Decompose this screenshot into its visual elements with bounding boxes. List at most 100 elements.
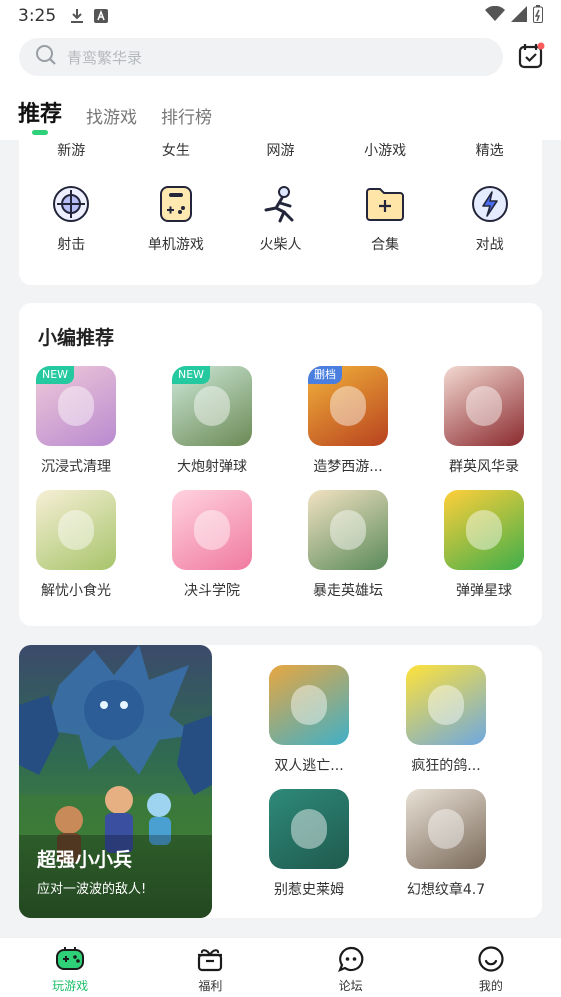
game-art-shape — [291, 809, 327, 849]
game-art-shape — [330, 386, 366, 426]
category-female[interactable]: 女生 — [124, 140, 229, 160]
game-art-shape — [330, 510, 366, 550]
category-stickman[interactable]: 火柴人 — [228, 184, 333, 254]
editor-picks-card: 小编推荐 NEW 沉浸式清理 NEW 大炮射弹球 删档 造梦西游... 群英风华录 解忧小食光… — [19, 303, 542, 626]
category-shooting[interactable]: 射击 — [19, 184, 124, 254]
category-mini[interactable]: 小游戏 — [333, 140, 438, 160]
game-name: 群英风华录 — [449, 459, 519, 475]
category-single-player[interactable]: 单机游戏 — [124, 184, 229, 254]
nav-welfare-label: 福利 — [198, 979, 223, 993]
game-item[interactable]: 解忧小食光 — [26, 490, 126, 600]
game-item[interactable]: 删档 造梦西游... — [298, 366, 398, 476]
category-collection-label: 合集 — [371, 237, 400, 253]
game-name: 沉浸式清理 — [41, 459, 111, 475]
gamepad-icon — [156, 184, 196, 224]
game-icon-image — [444, 490, 524, 570]
nav-play-games-label: 玩游戏 — [52, 979, 89, 993]
featured-card: 超强小小兵 应对一波波的敌人! 双人逃亡... 疯狂的鸽... 别惹史莱姆 幻想纹章4… — [19, 645, 542, 918]
battery-icon — [533, 5, 543, 27]
game-name: 疯狂的鸽... — [411, 758, 481, 774]
category-online[interactable]: 网游 — [228, 140, 333, 160]
active-tab-indicator — [32, 130, 48, 135]
game-item[interactable]: 群英风华录 — [434, 366, 534, 476]
tab-recommend[interactable]: 推荐 — [18, 96, 63, 135]
game-item[interactable]: 双人逃亡... — [259, 665, 359, 775]
category-shooting-label: 射击 — [57, 237, 86, 253]
game-icon-image — [406, 789, 486, 869]
category-single-player-label: 单机游戏 — [147, 237, 204, 253]
game-icon-image: NEW — [36, 366, 116, 446]
game-name: 弹弹星球 — [456, 583, 512, 599]
nav-forum[interactable]: 论坛 — [281, 938, 421, 997]
banner-subtitle: 应对一波波的敌人! — [37, 882, 147, 897]
font-icon — [94, 9, 109, 23]
featured-banner[interactable]: 超强小小兵 应对一波波的敌人! — [19, 645, 212, 918]
nav-mine[interactable]: 我的 — [421, 938, 561, 997]
gift-icon — [195, 944, 225, 974]
chat-icon — [336, 944, 366, 974]
search-bar[interactable]: 青鸾繁华录 — [19, 38, 503, 76]
category-battle-label: 对战 — [475, 237, 504, 253]
gamepad-icon — [55, 944, 85, 974]
category-icon-row: 射击 单机游戏 火柴人 合集 对战 — [19, 184, 542, 254]
folder-plus-icon — [365, 184, 405, 224]
bottom-navigation: 玩游戏 福利 论坛 我的 — [0, 937, 561, 997]
game-icon-image — [269, 665, 349, 745]
game-art-shape — [466, 386, 502, 426]
game-item[interactable]: NEW 沉浸式清理 — [26, 366, 126, 476]
status-time: 3:25 — [18, 6, 57, 26]
main-tabs: 推荐 找游戏 排行榜 — [18, 96, 236, 135]
game-name: 解忧小食光 — [41, 583, 111, 599]
signal-icon — [511, 6, 527, 26]
game-item[interactable]: 暴走英雄坛 — [298, 490, 398, 600]
category-collection[interactable]: 合集 — [333, 184, 438, 254]
game-icon-image — [36, 490, 116, 570]
tab-find-games[interactable]: 找游戏 — [86, 103, 137, 128]
game-item[interactable]: NEW 大炮射弹球 — [162, 366, 262, 476]
checkin-calendar-button[interactable] — [517, 42, 545, 70]
smile-icon — [476, 944, 506, 974]
game-badge: 删档 — [308, 366, 342, 384]
game-icon-image — [308, 490, 388, 570]
game-name: 幻想纹章4.7 — [406, 882, 486, 898]
category-new[interactable]: 新游 — [19, 140, 124, 160]
stickman-icon — [260, 184, 300, 224]
game-item[interactable]: 决斗学院 — [162, 490, 262, 600]
search-placeholder: 青鸾繁华录 — [67, 48, 143, 67]
nav-forum-label: 论坛 — [338, 979, 363, 993]
category-stickman-label: 火柴人 — [259, 237, 302, 253]
wifi-icon — [485, 5, 505, 26]
status-bar: 3:25 — [0, 0, 561, 32]
game-art-shape — [58, 510, 94, 550]
game-item[interactable]: 弹弹星球 — [434, 490, 534, 600]
game-badge: NEW — [36, 366, 75, 384]
nav-play-games[interactable]: 玩游戏 — [0, 938, 140, 997]
game-item[interactable]: 别惹史莱姆 — [259, 789, 359, 899]
game-icon-image: NEW — [172, 366, 252, 446]
game-art-shape — [466, 510, 502, 550]
category-card: 新游 女生 网游 小游戏 精选 射击 单机游戏 火柴人 合集 对战 — [19, 140, 542, 285]
crosshair-icon — [51, 184, 91, 224]
game-art-shape — [58, 386, 94, 426]
game-name: 双人逃亡... — [274, 758, 344, 774]
nav-welfare[interactable]: 福利 — [140, 938, 280, 997]
tab-recommend-label: 推荐 — [18, 102, 63, 127]
calendar-check-icon — [517, 42, 545, 74]
game-icon-image — [269, 789, 349, 869]
game-art-shape — [428, 685, 464, 725]
banner-title: 超强小小兵 — [37, 849, 133, 871]
nav-mine-label: 我的 — [478, 979, 503, 993]
game-name: 别惹史莱姆 — [274, 882, 344, 898]
tab-rankings[interactable]: 排行榜 — [161, 103, 212, 128]
game-icon-image — [172, 490, 252, 570]
game-item[interactable]: 幻想纹章4.7 — [396, 789, 496, 899]
game-art-shape — [194, 386, 230, 426]
category-selected[interactable]: 精选 — [437, 140, 542, 160]
category-battle[interactable]: 对战 — [437, 184, 542, 254]
game-badge: NEW — [172, 366, 211, 384]
search-icon — [35, 44, 57, 70]
top-bar: 青鸾繁华录 推荐 找游戏 排行榜 — [0, 32, 561, 140]
game-item[interactable]: 疯狂的鸽... — [396, 665, 496, 775]
game-art-shape — [194, 510, 230, 550]
download-icon — [70, 8, 84, 24]
